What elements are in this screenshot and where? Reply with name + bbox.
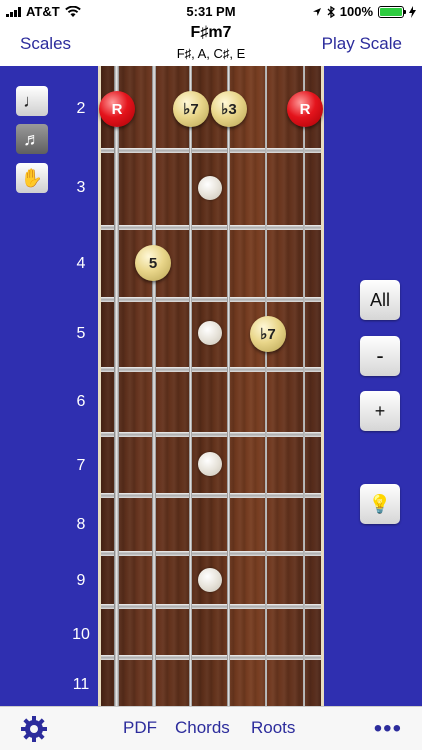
fret-wire — [101, 367, 321, 372]
fret-wire — [101, 225, 321, 230]
fretboard[interactable]: R ♭7 ♭3 R 5 ♭7 — [98, 66, 324, 706]
fret-number-2: 2 — [76, 100, 86, 117]
fret-number-3: 3 — [76, 179, 86, 196]
fret-inlay — [198, 568, 222, 592]
fret-inlay — [198, 176, 222, 200]
note-flat-three[interactable]: ♭3 — [211, 91, 247, 127]
fret-wire — [101, 551, 321, 556]
nav-bar: Scales F♯m7 F♯, A, C♯, E Play Scale — [0, 22, 422, 66]
play-scale-button[interactable]: Play Scale — [322, 34, 402, 54]
guitar-string — [114, 66, 119, 706]
guitar-string — [265, 66, 267, 706]
fret-number-10: 10 — [72, 626, 90, 643]
zoom-in-button[interactable]: + — [360, 391, 400, 431]
fret-wire — [101, 604, 321, 609]
fret-inlay — [198, 321, 222, 345]
fret-wire — [101, 297, 321, 302]
status-right: 100% — [312, 4, 416, 19]
status-bar: AT&T 5:31 PM 100% — [0, 0, 422, 22]
gear-icon[interactable] — [20, 715, 48, 743]
fret-number-7: 7 — [76, 457, 86, 474]
lightbulb-icon[interactable]: 💡 — [360, 484, 400, 524]
fret-number-4: 4 — [76, 255, 86, 272]
guitar-string — [152, 66, 156, 706]
note-flat-seven[interactable]: ♭7 — [250, 316, 286, 352]
fret-number-5: 5 — [76, 325, 86, 342]
zoom-out-button[interactable]: - — [360, 336, 400, 376]
charging-bolt-icon — [409, 5, 416, 18]
bluetooth-icon — [327, 5, 335, 18]
main-area: ♩ ♬ ✋ 2 3 4 5 6 7 8 9 10 11 R ♭7 ♭3 R 5 … — [0, 66, 422, 706]
roots-tab[interactable]: Roots — [251, 718, 295, 738]
fret-inlay — [198, 452, 222, 476]
fret-wire — [101, 432, 321, 437]
fret-wire — [101, 148, 321, 153]
hand-icon[interactable]: ✋ — [16, 163, 48, 193]
fret-number-9: 9 — [76, 572, 86, 589]
fret-wire — [101, 493, 321, 498]
more-icon[interactable]: ••• — [374, 717, 402, 741]
guitar-string — [189, 66, 192, 706]
fret-number-6: 6 — [76, 393, 86, 410]
battery-icon — [378, 5, 406, 18]
note-five[interactable]: 5 — [135, 245, 171, 281]
note-root[interactable]: R — [287, 91, 323, 127]
guitar-string — [303, 66, 305, 706]
fret-number-8: 8 — [76, 516, 86, 533]
multi-note-icon[interactable]: ♬ — [16, 124, 48, 154]
battery-percent: 100% — [339, 4, 373, 19]
show-all-button[interactable]: All — [360, 280, 400, 320]
single-note-icon[interactable]: ♩ — [16, 86, 48, 116]
fret-wire — [101, 655, 321, 660]
tab-bar: PDF Chords Roots ••• — [0, 706, 422, 750]
fret-number-11: 11 — [72, 676, 90, 693]
guitar-string — [227, 66, 230, 706]
pdf-tab[interactable]: PDF — [123, 718, 157, 738]
location-arrow-icon — [312, 7, 321, 16]
note-flat-seven[interactable]: ♭7 — [173, 91, 209, 127]
chords-tab[interactable]: Chords — [175, 718, 230, 738]
note-root[interactable]: R — [99, 91, 135, 127]
